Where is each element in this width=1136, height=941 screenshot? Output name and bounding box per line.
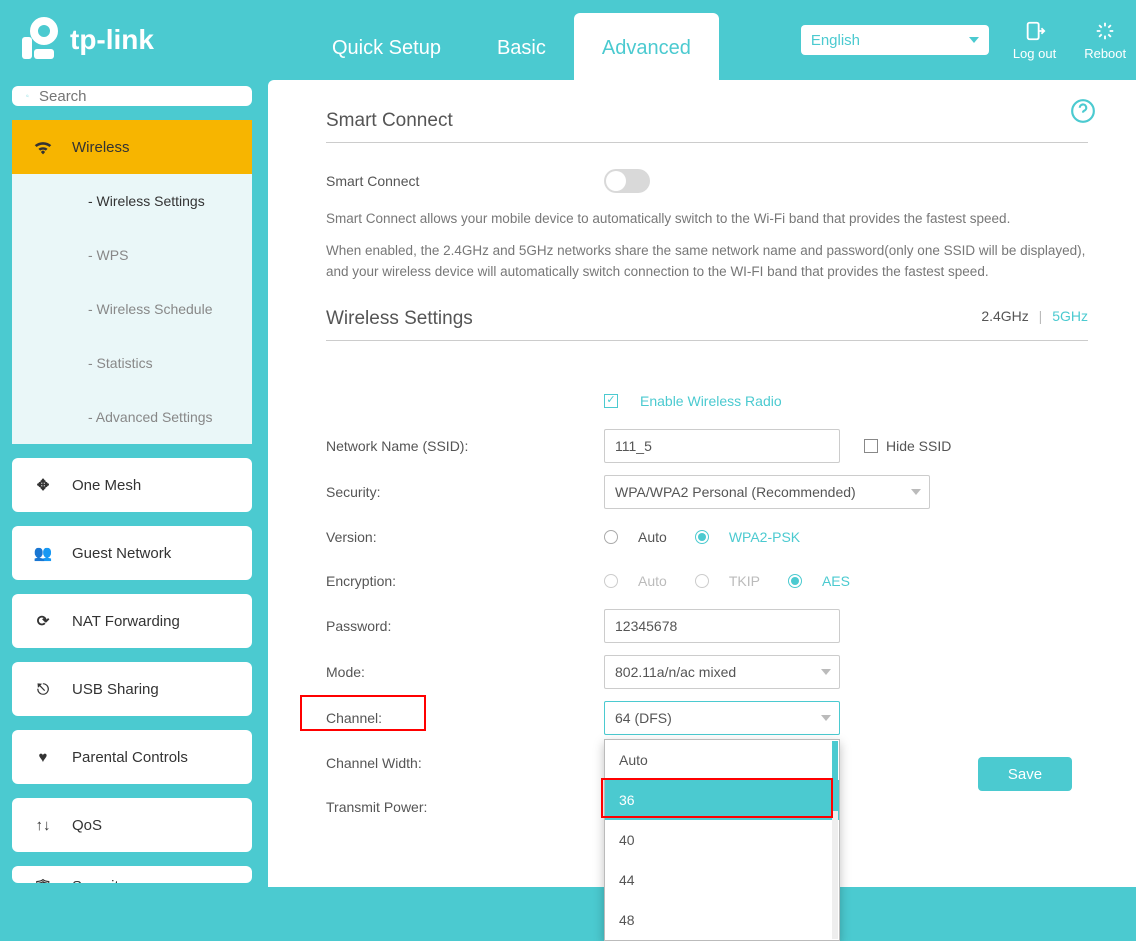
help-icon (1070, 98, 1096, 124)
smart-connect-title: Smart Connect (326, 110, 1088, 132)
smart-connect-label: Smart Connect (326, 173, 604, 189)
logout-icon (1024, 20, 1046, 42)
wireless-settings-title: Wireless Settings (326, 308, 1088, 330)
channel-option-auto[interactable]: Auto (605, 740, 839, 780)
encryption-auto-radio[interactable] (604, 574, 618, 588)
search-icon (26, 86, 29, 106)
channel-label-highlight (300, 695, 426, 731)
enable-radio-checkbox[interactable] (604, 394, 618, 408)
password-input[interactable] (604, 609, 840, 643)
security-icon: 🛡 (32, 878, 54, 883)
guest-icon: 👥 (32, 544, 54, 562)
nav-wireless-group: Wireless - Wireless Settings - WPS - Wir… (12, 120, 252, 444)
help-button[interactable] (1070, 98, 1096, 127)
smart-connect-toggle[interactable] (604, 169, 650, 193)
logout-button[interactable]: Log out (1013, 20, 1056, 61)
version-label: Version: (326, 529, 604, 545)
brand-text: tp-link (70, 24, 154, 56)
nav-guest-network[interactable]: 👥Guest Network (12, 526, 252, 580)
nav-nat-forwarding[interactable]: ⟳NAT Forwarding (12, 594, 252, 648)
search-box[interactable] (12, 86, 252, 106)
encryption-label: Encryption: (326, 573, 604, 589)
channel-option-40[interactable]: 40 (605, 820, 839, 860)
hide-ssid-checkbox[interactable] (864, 439, 878, 453)
mesh-icon: ✥ (32, 476, 54, 494)
ssid-input[interactable] (604, 429, 840, 463)
sidebar: Wireless - Wireless Settings - WPS - Wir… (0, 80, 258, 887)
channel-dropdown-scrollbar[interactable] (832, 741, 838, 939)
sub-wireless-settings[interactable]: - Wireless Settings (12, 174, 252, 228)
nav-security[interactable]: 🛡Security (12, 866, 252, 883)
version-auto-radio[interactable] (604, 530, 618, 544)
smart-connect-desc2: When enabled, the 2.4GHz and 5GHz networ… (326, 241, 1088, 282)
encryption-tkip-radio[interactable] (695, 574, 709, 588)
save-button[interactable]: Save (978, 757, 1072, 791)
channel-width-label: Channel Width: (326, 755, 604, 771)
channel-option-36-highlight (601, 778, 833, 818)
transmit-power-label: Transmit Power: (326, 799, 604, 815)
reboot-button[interactable]: Reboot (1084, 20, 1126, 61)
nav-parental-controls[interactable]: ♥Parental Controls (12, 730, 252, 784)
parental-icon: ♥ (32, 749, 54, 766)
search-input[interactable] (39, 88, 238, 105)
nav-usb-sharing[interactable]: ⎋USB Sharing (12, 662, 252, 716)
encryption-aes-radio[interactable] (788, 574, 802, 588)
hide-ssid-label: Hide SSID (886, 438, 951, 454)
band-5[interactable]: 5GHz (1052, 308, 1088, 324)
password-label: Password: (326, 618, 604, 634)
language-select[interactable]: English (801, 25, 989, 55)
nav-wireless[interactable]: Wireless (12, 120, 252, 174)
tab-basic[interactable]: Basic (469, 13, 574, 80)
brand-logo: tp-link (14, 17, 194, 63)
reboot-icon (1094, 20, 1116, 42)
nat-icon: ⟳ (32, 612, 54, 630)
topbar: tp-link Quick Setup Basic Advanced Engli… (0, 0, 1136, 80)
language-value: English (811, 32, 860, 49)
security-label: Security: (326, 484, 604, 500)
channel-dropdown: Auto 36 40 44 48 (604, 739, 840, 941)
smart-connect-desc1: Smart Connect allows your mobile device … (326, 209, 1088, 229)
ssid-label: Network Name (SSID): (326, 438, 604, 454)
channel-select[interactable]: 64 (DFS) (604, 701, 840, 735)
usb-icon: ⎋ (32, 681, 54, 698)
version-wpa2psk-radio[interactable] (695, 530, 709, 544)
tab-advanced[interactable]: Advanced (574, 13, 719, 80)
top-actions: Log out Reboot (1013, 20, 1126, 61)
sub-wireless-schedule[interactable]: - Wireless Schedule (12, 282, 252, 336)
qos-icon: ↑↓ (32, 817, 54, 834)
sub-advanced-settings[interactable]: - Advanced Settings (12, 390, 252, 444)
mode-select[interactable]: 802.11a/n/ac mixed (604, 655, 840, 689)
main-tabs: Quick Setup Basic Advanced (304, 0, 719, 80)
sub-statistics[interactable]: - Statistics (12, 336, 252, 390)
channel-option-44[interactable]: 44 (605, 860, 839, 900)
content-panel: Smart Connect Smart Connect Smart Connec… (268, 80, 1136, 887)
security-select[interactable]: WPA/WPA2 Personal (Recommended) (604, 475, 930, 509)
nav-qos[interactable]: ↑↓QoS (12, 798, 252, 852)
band-24[interactable]: 2.4GHz (981, 308, 1028, 324)
band-tabs: 2.4GHz | 5GHz (981, 308, 1088, 324)
mode-label: Mode: (326, 664, 604, 680)
nav-wireless-sub: - Wireless Settings - WPS - Wireless Sch… (12, 174, 252, 444)
tp-link-logo-icon (14, 17, 60, 63)
enable-radio-label: Enable Wireless Radio (640, 393, 782, 409)
tab-quick-setup[interactable]: Quick Setup (304, 13, 469, 80)
wifi-icon (32, 136, 54, 158)
nav-one-mesh[interactable]: ✥One Mesh (12, 458, 252, 512)
sub-wps[interactable]: - WPS (12, 228, 252, 282)
channel-option-48[interactable]: 48 (605, 900, 839, 940)
